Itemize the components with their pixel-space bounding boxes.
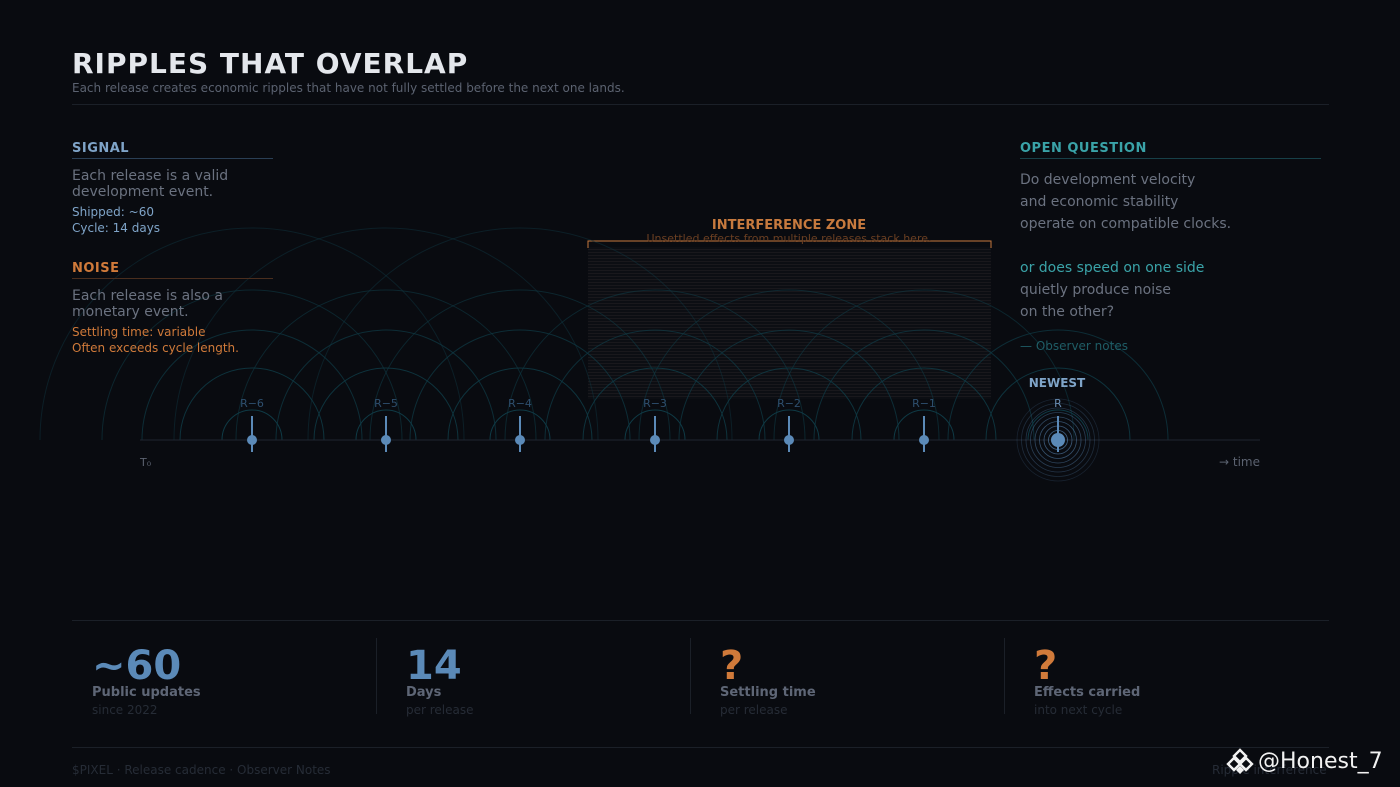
- axis-start-label: T₀: [139, 456, 152, 469]
- release-label: R−5: [374, 397, 398, 410]
- release-dot: [650, 435, 660, 445]
- stat-divider: [376, 638, 377, 714]
- noise-heading: NOISE: [72, 261, 273, 279]
- release-marker: R−3: [643, 397, 667, 452]
- stat-label: Settling time: [720, 685, 816, 700]
- stat-public-updates: ~60 Public updates since 2022: [72, 638, 376, 717]
- question-line-3: operate on compatible clocks.: [1020, 216, 1232, 232]
- stat-value: ?: [720, 643, 744, 689]
- question-line-4: or does speed on one side: [1020, 260, 1205, 276]
- release-marker: R−1: [912, 397, 936, 452]
- noise-settling: Settling time: variable: [72, 325, 206, 339]
- ripple-diagram: INTERFERENCE ZONE Unsettled effects from…: [39, 218, 1260, 482]
- release-marker: R−5: [374, 397, 398, 452]
- stat-sub: per release: [720, 703, 788, 717]
- stat-divider: [690, 638, 691, 714]
- stat-value: ~60: [92, 643, 182, 689]
- release-dot: [919, 435, 929, 445]
- signal-cycle: Cycle: 14 days: [72, 221, 161, 235]
- signal-shipped: Shipped: ~60: [72, 205, 154, 219]
- release-label: R−3: [643, 397, 667, 410]
- signal-heading: SIGNAL: [72, 141, 273, 159]
- question-line-2: and economic stability: [1020, 194, 1179, 210]
- noise-text-2: monetary event.: [72, 304, 189, 320]
- footer-divider: [72, 747, 1329, 748]
- release-label: R−4: [508, 397, 532, 410]
- release-label: R−1: [912, 397, 936, 410]
- question-signature: — Observer notes: [1020, 339, 1128, 353]
- question-line-5: quietly produce noise: [1020, 282, 1172, 298]
- zone-subtitle: Unsettled effects from multiple releases…: [647, 232, 932, 245]
- release-marker: R: [1051, 397, 1065, 452]
- release-markers: R−6 R−5 R−4 R−3 R−2 R−1 R: [240, 397, 1065, 452]
- signal-text-2: development event.: [72, 184, 214, 200]
- release-dot: [784, 435, 794, 445]
- stat-days: 14 Days per release: [386, 638, 690, 717]
- noise-exceeds: Often exceeds cycle length.: [72, 341, 239, 355]
- release-marker: R−4: [508, 397, 532, 452]
- stats-divider: [72, 620, 1329, 621]
- release-dot: [1051, 433, 1065, 447]
- interference-zone: INTERFERENCE ZONE Unsettled effects from…: [587, 218, 992, 399]
- noise-text-1: Each release is also a: [72, 288, 223, 304]
- question-line-6: on the other?: [1020, 304, 1115, 320]
- open-question-heading: OPEN QUESTION: [1020, 141, 1321, 159]
- stat-sub: into next cycle: [1034, 703, 1123, 717]
- footer-left: $PIXEL · Release cadence · Observer Note…: [72, 763, 331, 777]
- newest-label: NEWEST: [1029, 376, 1086, 390]
- question-line-1: Do development velocity: [1020, 172, 1196, 188]
- stat-settling-time: ? Settling time per release: [700, 638, 1004, 717]
- release-marker: R−2: [777, 397, 801, 452]
- stat-label: Days: [406, 685, 442, 700]
- axis-end-label: → time: [1219, 455, 1260, 469]
- release-label: R−6: [240, 397, 264, 410]
- release-label: R−2: [777, 397, 801, 410]
- zone-title: INTERFERENCE ZONE: [712, 218, 866, 233]
- stat-label: Effects carried: [1034, 685, 1141, 700]
- stat-value: 14: [406, 643, 462, 689]
- stat-effects-carried: ? Effects carried into next cycle: [1014, 638, 1318, 717]
- binance-diamond-icon: [1226, 748, 1254, 774]
- release-dot: [515, 435, 525, 445]
- release-dot: [381, 435, 391, 445]
- stat-sub: per release: [406, 703, 474, 717]
- stat-value: ?: [1034, 643, 1058, 689]
- stat-label: Public updates: [92, 685, 201, 700]
- watermark: @Honest_7: [1226, 746, 1383, 776]
- release-dot: [247, 435, 257, 445]
- watermark-handle: @Honest_7: [1258, 748, 1383, 774]
- signal-text-1: Each release is a valid: [72, 168, 229, 184]
- stat-divider: [1004, 638, 1005, 714]
- release-marker: R−6: [240, 397, 264, 452]
- stat-sub: since 2022: [92, 703, 158, 717]
